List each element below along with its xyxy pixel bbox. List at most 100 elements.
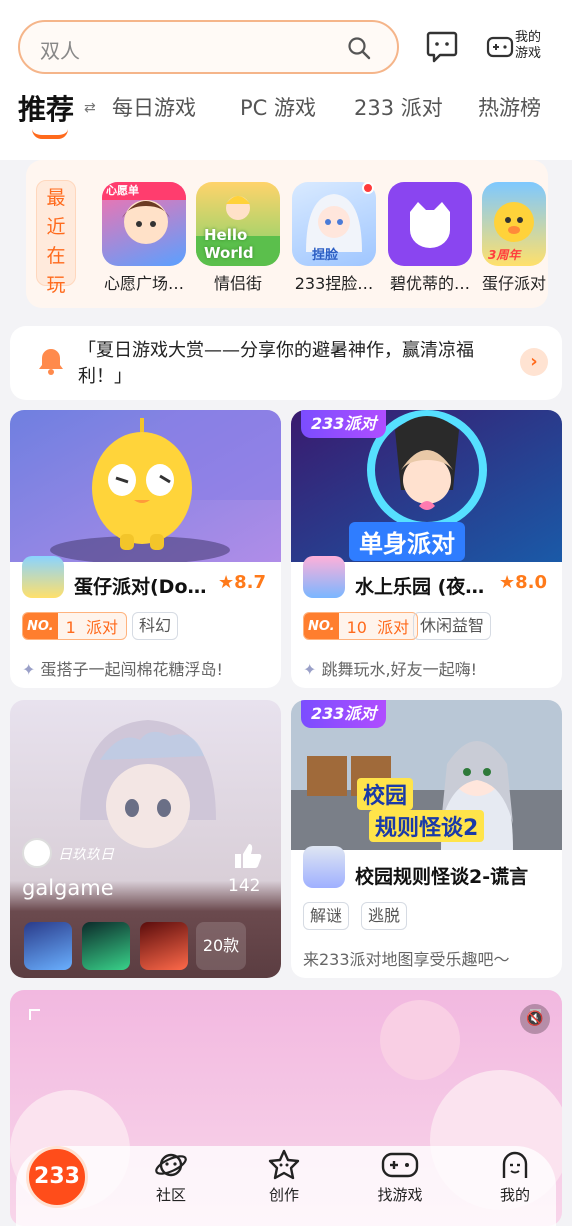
game-description: ✦ 蛋搭子一起闯棉花糖浮岛! bbox=[22, 656, 223, 680]
game-title: 水上乐园 (夜… bbox=[355, 576, 485, 598]
rank-category: 派对 bbox=[85, 618, 118, 637]
nav-label: 创作 bbox=[268, 1186, 299, 1204]
face-icon bbox=[502, 1151, 528, 1178]
tab-active-indicator bbox=[32, 129, 68, 139]
notification-dot bbox=[362, 182, 374, 194]
game-description: 来233派对地图享受乐趣吧～ bbox=[303, 950, 510, 969]
search-input[interactable]: 双人 bbox=[18, 20, 399, 74]
cover-banner-text: 单身派对 bbox=[349, 522, 465, 561]
rank-value: 1 派对 bbox=[58, 614, 126, 638]
game-title: 校园规则怪谈2-谎言 bbox=[355, 866, 529, 888]
nav-item-find-games[interactable]: 找游戏 bbox=[365, 1148, 435, 1205]
thumb-caption: 心愿单 bbox=[106, 184, 139, 197]
description-text: 蛋搭子一起闯棉花糖浮岛! bbox=[40, 660, 223, 679]
recent-game-name: 蛋仔派对 bbox=[482, 274, 546, 293]
my-games-button[interactable]: 我的游戏 bbox=[486, 30, 558, 66]
thumb-caption: 捏脸 bbox=[312, 248, 339, 263]
rank-tag[interactable]: NO. 1 派对 bbox=[22, 612, 127, 640]
recent-game-item[interactable]: 捏脸 233捏脸… bbox=[292, 182, 376, 294]
cover-banner-text: 校园 bbox=[357, 778, 414, 810]
game-thumbnail[interactable] bbox=[24, 922, 72, 970]
cat-logo-icon bbox=[410, 202, 450, 248]
rank-number: 1 bbox=[65, 618, 76, 637]
my-games-label: 我的游戏 bbox=[515, 30, 542, 61]
recent-game-name: 碧优蒂的… bbox=[389, 274, 470, 293]
nav-item-me[interactable]: 我的 bbox=[480, 1148, 550, 1205]
rank-no-label: NO. bbox=[304, 613, 339, 639]
recent-game-item[interactable]: 碧优蒂的… bbox=[388, 182, 472, 294]
game-cover-image bbox=[10, 410, 281, 562]
sparkle-icon: ✦ bbox=[303, 660, 322, 679]
recently-played-label: 最 近 在 玩 bbox=[36, 180, 76, 296]
more-games-count[interactable]: 20款 bbox=[196, 922, 246, 970]
game-rating: ★8.0 bbox=[499, 572, 547, 593]
game-card[interactable]: 233派对 校园 规则怪谈2 校园规则怪谈2-谎言 解谜 逃脱 来233派对地图… bbox=[291, 700, 562, 978]
swap-icon[interactable]: ⇄ bbox=[84, 100, 96, 116]
avatar[interactable] bbox=[22, 838, 52, 868]
tab-recommend[interactable]: 推荐 bbox=[18, 88, 74, 128]
party-badge: 233派对 bbox=[301, 410, 387, 438]
star-icon: ★ bbox=[499, 572, 516, 593]
chevron-right-icon[interactable]: › bbox=[520, 348, 548, 376]
announcement-banner[interactable]: 「夏日游戏大赏——分享你的避暑神作，赢清凉福利！」 › bbox=[10, 326, 562, 400]
collection-card[interactable]: 日玖玖日 galgame 142 20款 bbox=[10, 700, 281, 978]
rank-tag[interactable]: NO. 10 派对 bbox=[303, 612, 419, 640]
game-thumbnail: 3周年 bbox=[482, 182, 546, 266]
tab-hot-games[interactable]: 热游榜 bbox=[478, 92, 541, 122]
recent-game-name: 情侣街 bbox=[213, 274, 262, 293]
game-title: 蛋仔派对(Do… bbox=[74, 576, 207, 598]
bottom-navigation: 233 社区 创作 找游戏 我的 bbox=[0, 1130, 572, 1226]
bell-icon bbox=[39, 349, 63, 375]
game-icon bbox=[22, 556, 64, 598]
tab-daily-games[interactable]: 每日游戏 bbox=[112, 92, 196, 122]
recently-played-panel: 最 近 在 玩 心愿单 心愿广场… Hello World 情侣街 捏脸 233… bbox=[26, 160, 548, 308]
game-card[interactable]: 蛋仔派对(Do… ★8.7 NO. 1 派对 科幻 ✦ 蛋搭子一起闯棉花糖浮岛! bbox=[10, 410, 281, 688]
top-tabs: 推荐 ⇄ 每日游戏 PC 游戏 233 派对 热游榜 bbox=[18, 88, 558, 139]
nav-home-button[interactable]: 233 bbox=[26, 1146, 88, 1208]
recent-game-item[interactable]: Hello World 情侣街 bbox=[196, 182, 280, 294]
game-thumbnail: 心愿单 bbox=[102, 182, 186, 266]
rank-no-label: NO. bbox=[23, 613, 58, 639]
collection-title: galgame bbox=[22, 876, 114, 900]
header: 双人 我的游戏 推荐 ⇄ 每日游戏 PC 游戏 233 派对 热游榜 bbox=[0, 0, 572, 160]
game-icon bbox=[303, 556, 345, 598]
announcement-text: 「夏日游戏大赏——分享你的避暑神作，赢清凉福利！」 bbox=[78, 340, 474, 387]
like-count: 142 bbox=[228, 876, 261, 896]
mute-icon[interactable]: 🔇 bbox=[520, 1004, 550, 1034]
description-text: 跳舞玩水,好友一起嗨! bbox=[321, 660, 478, 679]
cover-banner-text: 规则怪谈2 bbox=[369, 810, 485, 842]
search-icon[interactable] bbox=[347, 36, 371, 60]
nav-label: 找游戏 bbox=[377, 1186, 423, 1204]
gamepad-icon bbox=[381, 1152, 419, 1178]
rating-value: 8.7 bbox=[234, 572, 267, 593]
tab-pc-games[interactable]: PC 游戏 bbox=[240, 92, 316, 122]
planet-icon bbox=[155, 1153, 187, 1177]
nav-item-community[interactable]: 社区 bbox=[136, 1148, 206, 1205]
game-thumbnail bbox=[388, 182, 472, 266]
star-icon: ★ bbox=[218, 572, 235, 593]
game-thumbnail: 捏脸 bbox=[292, 182, 376, 266]
rank-value: 10 派对 bbox=[339, 614, 418, 638]
genre-tag[interactable]: 科幻 bbox=[132, 612, 179, 640]
thumb-caption: Hello World bbox=[204, 226, 254, 262]
recent-game-item[interactable]: 3周年 蛋仔派对 bbox=[482, 182, 546, 294]
genre-tag[interactable]: 解谜 bbox=[303, 902, 350, 930]
chat-icon[interactable] bbox=[425, 29, 459, 63]
recent-game-item[interactable]: 心愿单 心愿广场… bbox=[102, 182, 186, 294]
game-card[interactable]: 233派对 单身派对 水上乐园 (夜… ★8.0 NO. 10 派对 休闲益智 … bbox=[291, 410, 562, 688]
genre-tag[interactable]: 休闲益智 bbox=[413, 612, 492, 640]
game-thumbnail[interactable] bbox=[82, 922, 130, 970]
game-rating: ★8.7 bbox=[218, 572, 266, 593]
genre-tag[interactable]: 逃脱 bbox=[361, 902, 408, 930]
recent-label-char: 在 bbox=[46, 245, 66, 267]
gamepad-icon bbox=[486, 36, 514, 58]
rank-number: 10 bbox=[346, 618, 367, 637]
thumbs-up-icon[interactable] bbox=[232, 842, 262, 870]
game-icon bbox=[303, 846, 345, 888]
tab-233-party[interactable]: 233 派对 bbox=[354, 92, 443, 122]
recent-game-name: 233捏脸… bbox=[294, 274, 374, 293]
game-thumbnail[interactable] bbox=[140, 922, 188, 970]
rank-category: 派对 bbox=[377, 618, 410, 637]
nav-label: 我的 bbox=[499, 1186, 530, 1204]
nav-item-create[interactable]: 创作 bbox=[249, 1148, 319, 1205]
